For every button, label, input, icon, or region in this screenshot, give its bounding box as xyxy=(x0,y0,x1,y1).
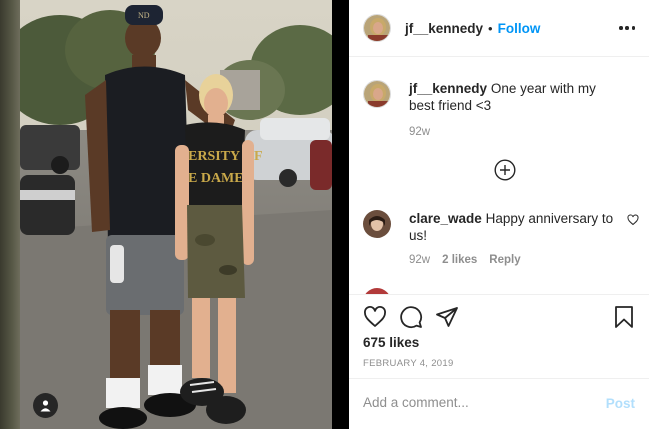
add-comment-bar: Post xyxy=(349,378,649,429)
comment-timestamp[interactable]: 92w xyxy=(409,254,430,266)
comment-username[interactable]: clare_wade xyxy=(409,211,482,226)
modal-gap xyxy=(332,0,349,429)
like-count[interactable]: 675 likes xyxy=(363,335,419,350)
caption-timestamp[interactable]: 92w xyxy=(409,126,430,138)
caption-meta: 92w xyxy=(409,126,430,138)
post-date[interactable]: FEBRUARY 4, 2019 xyxy=(363,358,454,369)
load-more-icon xyxy=(494,159,516,181)
comment-like-heart-icon[interactable] xyxy=(627,214,639,226)
comment-icon[interactable] xyxy=(399,305,423,329)
author-username[interactable]: jf__kennedy xyxy=(405,21,483,36)
comment-likes[interactable]: 2 likes xyxy=(442,254,477,266)
comment-meta: 92w 2 likes Reply xyxy=(409,254,521,266)
comment-input[interactable] xyxy=(363,395,583,410)
cap-logo: ND xyxy=(138,11,150,20)
comment-reply-button[interactable]: Reply xyxy=(489,254,520,266)
comments-section: jf__kennedy One year with my best friend… xyxy=(349,58,649,294)
commenter-avatar[interactable] xyxy=(363,210,391,238)
separator-dot: • xyxy=(488,20,493,36)
caption-avatar-image xyxy=(364,81,390,107)
author-avatar-image xyxy=(364,15,390,41)
follow-button[interactable]: Follow xyxy=(498,21,541,36)
shirt-text-line2: E DAME xyxy=(188,171,244,186)
heart-icon[interactable] xyxy=(363,305,387,329)
post-comment-button[interactable]: Post xyxy=(606,396,635,411)
more-dot xyxy=(625,26,629,30)
comment-body: clare_wade Happy anniversary to us! xyxy=(409,210,621,244)
more-dot xyxy=(631,26,635,30)
post-photo[interactable]: ND ERSITY OF E DAME xyxy=(20,0,332,429)
previous-post-edge xyxy=(0,0,20,429)
author-avatar[interactable] xyxy=(363,14,391,42)
caption-username[interactable]: jf__kennedy xyxy=(409,81,487,96)
photo-illustration: ND ERSITY OF E DAME xyxy=(20,0,332,429)
post-side-panel: jf__kennedy • Follow jf__kennedy One yea… xyxy=(349,0,649,429)
tag-people-button[interactable] xyxy=(33,393,58,418)
commenter-avatar-image xyxy=(363,210,391,238)
tag-people-icon xyxy=(40,400,51,412)
action-bar xyxy=(363,305,635,331)
more-options-icon xyxy=(619,26,623,30)
load-more-comments-button[interactable] xyxy=(494,159,516,181)
bookmark-icon[interactable] xyxy=(613,305,635,329)
post-header: jf__kennedy • Follow xyxy=(349,0,649,57)
more-options-button[interactable] xyxy=(619,20,635,36)
share-icon[interactable] xyxy=(435,305,459,329)
caption-body: jf__kennedy One year with my best friend… xyxy=(409,80,621,114)
post-actions-section: 675 likes FEBRUARY 4, 2019 xyxy=(349,294,649,378)
caption-avatar[interactable] xyxy=(363,80,391,108)
